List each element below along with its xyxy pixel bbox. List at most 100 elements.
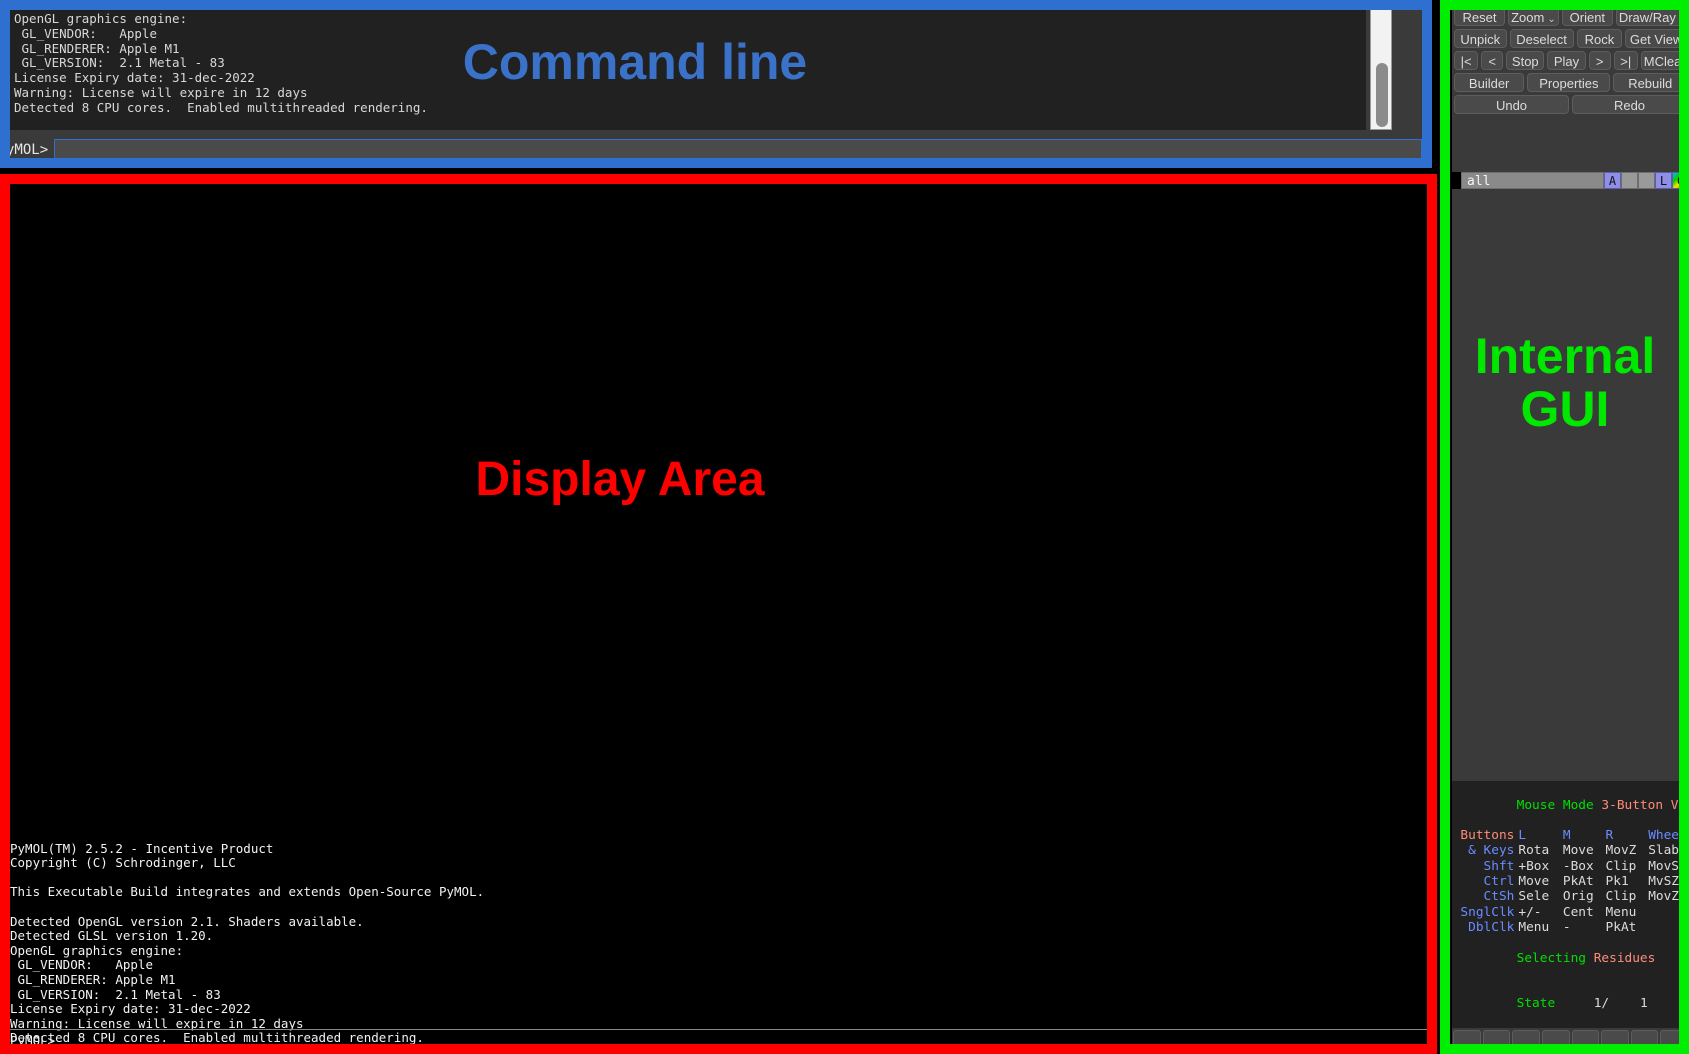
gui-button-undo[interactable]: Undo bbox=[1454, 95, 1569, 114]
mouse-mode-row-middle: -Box bbox=[1562, 858, 1594, 874]
state-label: State bbox=[1516, 996, 1556, 1012]
mouse-mode-row-key: Shft bbox=[1483, 858, 1515, 874]
object-name-all[interactable]: all bbox=[1461, 172, 1604, 189]
object-menu-button-c[interactable]: C bbox=[1672, 172, 1689, 189]
object-menu-button-a[interactable]: A bbox=[1604, 172, 1621, 189]
mouse-mode-header: Buttons L M R Wheel bbox=[1455, 828, 1689, 843]
gui-bottom-button[interactable] bbox=[1482, 1030, 1511, 1050]
gui-button-rock[interactable]: Rock bbox=[1576, 29, 1623, 48]
gui-button-stop[interactable]: Stop bbox=[1506, 51, 1545, 70]
gui-bottom-button[interactable] bbox=[1571, 1030, 1600, 1050]
gui-button-row: Builder Properties Rebuild bbox=[1452, 73, 1689, 92]
gui-button-[interactable]: > bbox=[1588, 51, 1611, 70]
gui-button-orient[interactable]: Orient bbox=[1561, 7, 1613, 26]
mouse-mode-header-buttons: Buttons bbox=[1460, 828, 1515, 844]
gui-bottom-button[interactable] bbox=[1660, 1030, 1688, 1050]
gui-bottom-button[interactable] bbox=[1512, 1030, 1540, 1050]
command-input-row: yMOL> bbox=[2, 136, 1430, 164]
gui-button-play[interactable]: Play bbox=[1547, 51, 1586, 70]
mouse-mode-row-right: Clip bbox=[1605, 889, 1637, 905]
mouse-mode-row-left: +Box bbox=[1518, 858, 1550, 874]
mouse-mode-selecting-row[interactable]: Selecting Residues bbox=[1455, 935, 1689, 981]
mouse-mode-row-key: DblClk bbox=[1468, 919, 1515, 935]
gui-button-label: Redo bbox=[1613, 98, 1646, 113]
mouse-mode-row-wheel: MovZ bbox=[1648, 889, 1680, 905]
gui-button-label: < bbox=[1488, 54, 1496, 69]
gui-button-label: Get View bbox=[1629, 32, 1683, 47]
chevron-down-icon[interactable]: ⌄ bbox=[1547, 11, 1555, 25]
mouse-mode-header-wheel: Wheel bbox=[1648, 828, 1687, 844]
gui-button-properties[interactable]: Properties bbox=[1527, 73, 1611, 92]
gui-button-label: Properties bbox=[1539, 76, 1599, 91]
gui-button-label: Unpick bbox=[1460, 32, 1501, 47]
gui-button-label: Rebuild bbox=[1628, 76, 1673, 91]
gui-button-rebuild[interactable]: Rebuild bbox=[1613, 73, 1687, 92]
gui-bottom-button[interactable] bbox=[1541, 1030, 1570, 1050]
gui-button-label: Undo bbox=[1495, 98, 1528, 113]
mouse-mode-header-right: R bbox=[1605, 828, 1614, 844]
mouse-mode-state-row[interactable]: State 1/ 1 bbox=[1455, 981, 1689, 1027]
internal-gui-panel: Reset Zoom ⌄ Orient Draw/Ray ⌄ Unpick Deselect R… bbox=[1452, 4, 1689, 1050]
mouse-mode-row-right: Menu bbox=[1605, 904, 1637, 920]
mouse-mode-header-middle: M bbox=[1562, 828, 1571, 844]
command-input[interactable] bbox=[54, 139, 1422, 161]
mouse-mode-title-label: Mouse Mode bbox=[1516, 797, 1594, 813]
mouse-mode-row: Ctrl Move PkAt Pk1 MvSZ bbox=[1455, 874, 1689, 889]
mouse-mode-panel[interactable]: Mouse Mode 3-Button Viewing ButtonsL M R Wh… bbox=[1452, 781, 1689, 1028]
command-line-panel: OpenGL graphics engine: GL_VENDOR: Apple… bbox=[2, 2, 1430, 166]
gui-button-reset[interactable]: Reset bbox=[1454, 7, 1505, 26]
gui-button-label: Draw/Ray bbox=[1618, 10, 1676, 25]
viewport-divider bbox=[6, 1029, 1431, 1030]
gui-button-label: |< bbox=[1460, 54, 1472, 69]
gui-button-builder[interactable]: Builder bbox=[1454, 73, 1525, 92]
gui-button-get-view[interactable]: Get View bbox=[1625, 29, 1687, 48]
gui-bottom-button[interactable] bbox=[1453, 1030, 1481, 1050]
gui-button-unpick[interactable]: Unpick bbox=[1454, 29, 1507, 48]
command-prompt-label: yMOL> bbox=[6, 142, 49, 158]
gui-button-label: >| bbox=[1620, 54, 1632, 69]
gui-button-row: Undo Redo bbox=[1452, 95, 1689, 114]
object-menu-button-l[interactable]: L bbox=[1655, 172, 1672, 189]
mouse-mode-row-right: Pk1 bbox=[1605, 874, 1629, 890]
gui-button-deselect[interactable]: Deselect bbox=[1509, 29, 1574, 48]
mouse-mode-row-middle: PkAt bbox=[1562, 874, 1594, 890]
object-menu-button-h[interactable]: H bbox=[1638, 172, 1655, 189]
object-list-row: all A S H L C bbox=[1452, 172, 1689, 189]
mouse-mode-rows: & Keys Rota Move MovZ Slab Shft +Box -Box Clip Mo… bbox=[1455, 843, 1689, 935]
gui-button-redo[interactable]: Redo bbox=[1572, 95, 1687, 114]
object-menu-button-s[interactable]: S bbox=[1621, 172, 1638, 189]
gui-button-zoom[interactable]: Zoom ⌄ bbox=[1507, 7, 1559, 26]
command-log-scrollbar[interactable] bbox=[1370, 6, 1392, 130]
gui-bottom-button[interactable] bbox=[1630, 1030, 1659, 1050]
chevron-down-icon[interactable]: ⌄ bbox=[1679, 11, 1686, 25]
gui-button-[interactable]: |< bbox=[1454, 51, 1479, 70]
mouse-mode-title: Mouse Mode 3-Button Viewing bbox=[1455, 782, 1689, 828]
gui-button-label: MClear bbox=[1643, 54, 1686, 69]
mouse-mode-row-key: SnglClk bbox=[1460, 904, 1515, 920]
mouse-mode-row-wheel bbox=[1648, 920, 1689, 935]
gui-bottom-button[interactable] bbox=[1601, 1030, 1629, 1050]
gui-button-label: > bbox=[1595, 54, 1604, 69]
display-area-viewport[interactable]: PyMOL(TM) 2.5.2 - Incentive Product Copy… bbox=[6, 180, 1431, 1048]
scrollbar-thumb[interactable] bbox=[1376, 63, 1388, 127]
gui-button-[interactable]: < bbox=[1481, 51, 1504, 70]
mouse-mode-row: & Keys Rota Move MovZ Slab bbox=[1455, 843, 1689, 858]
object-row-gutter bbox=[1452, 172, 1461, 189]
mouse-mode-row-middle: Orig bbox=[1562, 889, 1594, 905]
mouse-mode-row-middle: Move bbox=[1562, 843, 1594, 859]
gui-bottom-button-strip bbox=[1452, 1030, 1689, 1050]
gui-button-[interactable]: >| bbox=[1613, 51, 1638, 70]
mouse-mode-row-wheel: MovS bbox=[1648, 858, 1680, 874]
gui-button-label: Deselect bbox=[1516, 32, 1567, 47]
gui-button-draw-ray[interactable]: Draw/Ray ⌄ bbox=[1615, 7, 1687, 26]
viewport-console-text: PyMOL(TM) 2.5.2 - Incentive Product Copy… bbox=[10, 840, 485, 1046]
gui-button-mclear[interactable]: MClear bbox=[1640, 51, 1688, 70]
object-list-empty-space bbox=[1452, 189, 1689, 823]
mouse-mode-row-middle: - bbox=[1562, 919, 1571, 935]
mouse-mode-row-key: CtSh bbox=[1483, 889, 1515, 905]
mouse-mode-row-left: Sele bbox=[1518, 889, 1550, 905]
gui-button-label: Stop bbox=[1511, 54, 1539, 69]
mouse-mode-row: Shft +Box -Box Clip MovS bbox=[1455, 859, 1689, 874]
mouse-mode-row-left: +/- bbox=[1518, 904, 1542, 920]
mouse-mode-row-left: Menu bbox=[1518, 919, 1550, 935]
